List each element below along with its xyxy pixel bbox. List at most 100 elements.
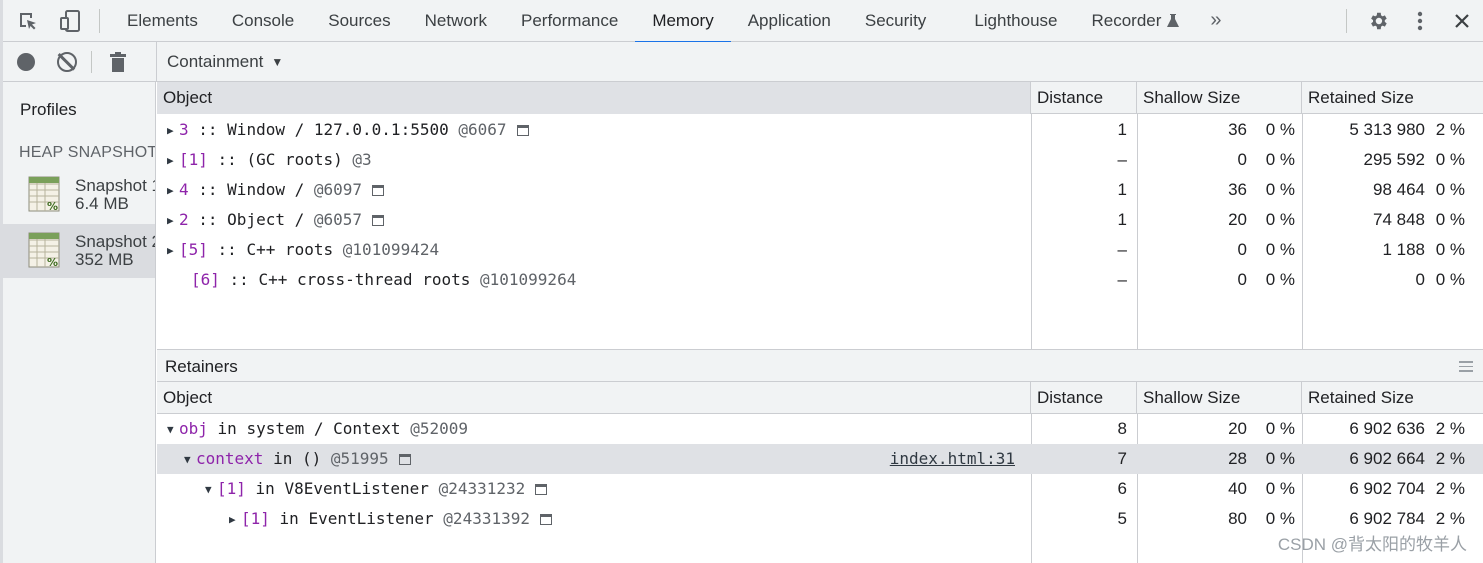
table-row[interactable]: ▼ context in () @51995 index.html:31 7 28 0 %… — [157, 444, 1483, 474]
reveal-in-summary-icon[interactable] — [516, 125, 529, 136]
source-link[interactable]: index.html:31 — [890, 444, 1015, 474]
retainers-title: Retainers — [165, 357, 238, 376]
more-tabs-icon[interactable]: » — [1196, 0, 1235, 42]
shallow-size-value: 28 — [1228, 449, 1247, 468]
tab-network[interactable]: Network — [408, 0, 504, 42]
view-selector[interactable]: Containment ▼ — [167, 42, 283, 81]
table-row[interactable]: ▶ 2 :: Object / @6057 1 20 0 % 74 848 0 % — [157, 205, 1483, 235]
retained-size-percent: 0 % — [1435, 240, 1465, 259]
reveal-in-summary-icon[interactable] — [398, 454, 411, 465]
retained-size-percent: 2 % — [1435, 449, 1465, 468]
object-text: :: Window / 127.0.0.1:5500 — [188, 120, 459, 139]
shallow-size-percent: 0 % — [1265, 180, 1295, 199]
toolbar-right — [1346, 0, 1483, 42]
record-icon[interactable] — [17, 52, 35, 71]
tab-console[interactable]: Console — [215, 0, 311, 42]
caret-down-icon: ▼ — [271, 54, 284, 69]
object-address: @24331392 — [443, 509, 530, 528]
expand-toggle-icon[interactable]: ▶ — [229, 505, 241, 534]
object-cell: ▶ [1] :: (GC roots) @3 — [157, 145, 1031, 175]
column-header-shallow-size[interactable]: Shallow Size — [1137, 82, 1302, 114]
shallow-size-value: 20 — [1228, 419, 1247, 438]
reveal-in-summary-icon[interactable] — [372, 215, 385, 226]
object-text: in EventListener — [269, 509, 444, 528]
tab-elements[interactable]: Elements — [110, 0, 215, 42]
device-toolbar-icon[interactable] — [55, 6, 85, 36]
shallow-size-percent: 0 % — [1265, 419, 1295, 438]
tab-lighthouse[interactable]: Lighthouse — [957, 0, 1074, 42]
table-row[interactable]: ▼ obj in system / Context @52009 8 20 0 % 6 9… — [157, 414, 1483, 444]
table-row[interactable]: ▶ [5] :: C++ roots @101099424 – 0 0 % 1 188 0 … — [157, 235, 1483, 265]
expand-toggle-expanded-icon[interactable]: ▼ — [167, 415, 179, 444]
table-row[interactable]: ▶ 4 :: Window / @6097 1 36 0 % 98 464 0 % — [157, 175, 1483, 205]
object-text: in V8EventListener — [245, 479, 439, 498]
tab-memory[interactable]: Memory — [635, 0, 732, 43]
retained-size-percent: 0 % — [1435, 270, 1465, 289]
clear-all-icon[interactable] — [57, 51, 77, 72]
expand-toggle-icon[interactable]: ▶ — [167, 176, 179, 205]
column-header-shallow-size[interactable]: Shallow Size — [1137, 382, 1302, 414]
expand-toggle-icon[interactable]: ▶ — [167, 236, 179, 265]
retained-size-percent: 0 % — [1435, 150, 1465, 169]
expand-toggle-icon[interactable]: ▶ — [167, 146, 179, 175]
expand-toggle-expanded-icon[interactable]: ▼ — [205, 475, 217, 504]
toolbar-divider — [1346, 9, 1347, 33]
object-text: :: Object / — [188, 210, 314, 229]
snapshot-item-selected[interactable]: % Snapshot 2 352 MB — [3, 224, 155, 278]
expand-toggle-icon[interactable]: ▶ — [167, 116, 179, 145]
object-text: in system / Context — [207, 419, 411, 438]
object-address: @24331232 — [438, 479, 526, 498]
object-address: @101099264 — [480, 270, 577, 289]
inspect-element-icon[interactable] — [13, 6, 43, 36]
table-row[interactable]: ▼ [1] in V8EventListener @24331232 6 40 0 % 6… — [157, 474, 1483, 504]
table-row[interactable]: ▶ 3 :: Window / 127.0.0.1:5500 @6067 1 36 0 … — [157, 115, 1483, 145]
column-header-retained-size[interactable]: Retained Size — [1302, 382, 1483, 414]
shallow-size-percent: 0 % — [1265, 210, 1295, 229]
reveal-in-summary-icon[interactable] — [535, 484, 548, 495]
tab-application[interactable]: Application — [731, 0, 848, 42]
tab-performance[interactable]: Performance — [504, 0, 635, 42]
toolbar-divider — [99, 8, 100, 33]
kebab-menu-icon[interactable] — [1399, 0, 1441, 42]
drag-handle-icon[interactable] — [1459, 361, 1473, 375]
object-cell: ▼ [1] in V8EventListener @24331232 — [157, 474, 1031, 504]
expand-toggle-expanded-icon[interactable]: ▼ — [184, 445, 196, 474]
heap-snapshot-icon: % — [27, 231, 65, 271]
watermark: CSDN @背太阳的牧羊人 — [1277, 535, 1467, 554]
retained-size-percent: 2 % — [1435, 479, 1465, 498]
shallow-size-value: 0 — [1237, 240, 1247, 259]
retainers-bar: Retainers — [157, 349, 1483, 382]
flask-icon — [1167, 13, 1180, 27]
retained-size-value: 6 902 704 — [1349, 479, 1425, 498]
retainers-grid-header: Object Distance Shallow Size Retained Si… — [157, 382, 1483, 414]
close-icon[interactable] — [1441, 0, 1483, 42]
reveal-in-summary-icon[interactable] — [372, 185, 385, 196]
retained-size-value: 98 464 — [1373, 180, 1425, 199]
trash-icon[interactable] — [110, 51, 126, 72]
shallow-size-percent: 0 % — [1265, 449, 1295, 468]
gear-icon[interactable] — [1357, 0, 1399, 42]
tab-sources[interactable]: Sources — [311, 0, 407, 42]
column-header-retained-size[interactable]: Retained Size — [1302, 82, 1483, 114]
retained-size-percent: 0 % — [1435, 210, 1465, 229]
table-row[interactable]: [6] :: C++ cross-thread roots @101099264… — [157, 265, 1483, 295]
shallow-size-value: 40 — [1228, 479, 1247, 498]
distance-value: 5 — [1117, 509, 1127, 528]
snapshot-item[interactable]: % Snapshot 1 6.4 MB — [3, 168, 155, 222]
tab-recorder[interactable]: Recorder — [1075, 0, 1197, 42]
retained-size-value: 6 902 664 — [1349, 449, 1425, 468]
shallow-size-percent: 0 % — [1265, 120, 1295, 139]
column-header-object[interactable]: Object — [157, 382, 1031, 414]
devtools-window: Elements Console Sources Network Perform… — [0, 0, 1483, 563]
expand-toggle-icon[interactable]: ▶ — [167, 206, 179, 235]
object-text: :: C++ cross-thread roots — [219, 270, 480, 289]
object-cell: ▼ context in () @51995 index.html:31 — [157, 444, 1031, 474]
tab-security[interactable]: Security — [848, 0, 943, 42]
column-header-distance[interactable]: Distance — [1031, 82, 1137, 114]
reveal-in-summary-icon[interactable] — [540, 514, 552, 525]
column-header-distance[interactable]: Distance — [1031, 382, 1137, 414]
retained-size-value: 0 — [1415, 270, 1425, 289]
distance-value: 1 — [1117, 180, 1127, 199]
column-header-object[interactable]: Object — [157, 82, 1031, 114]
table-row[interactable]: ▶ [1] :: (GC roots) @3 – 0 0 % 295 592 0 % — [157, 145, 1483, 175]
